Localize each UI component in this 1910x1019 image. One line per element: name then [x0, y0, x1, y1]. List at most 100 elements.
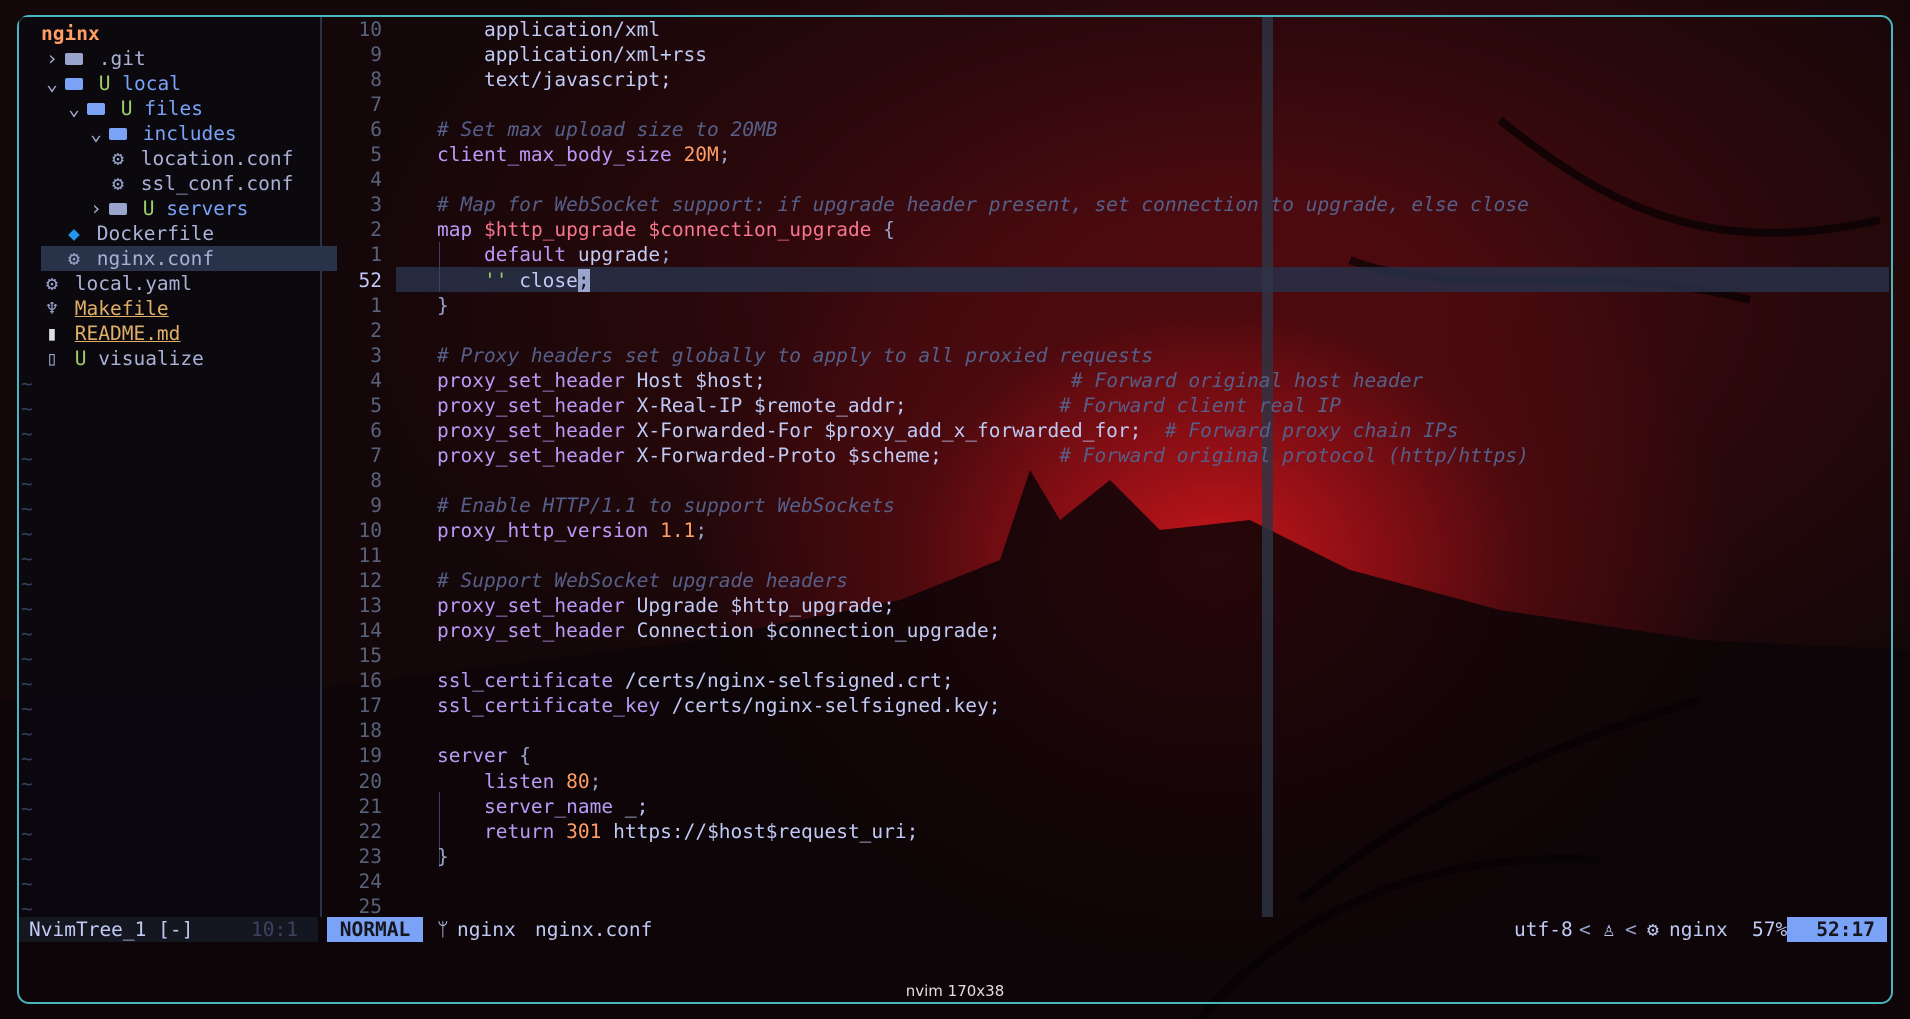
git-untracked-badge: U	[109, 97, 145, 120]
code-line[interactable]: 13 proxy_set_header Upgrade $http_upgrade…	[322, 593, 1882, 618]
code-line[interactable]: 1 default upgrade;	[322, 242, 1882, 267]
code-line[interactable]: 11	[322, 543, 1882, 568]
tree-folder-git[interactable]: › .git	[19, 46, 146, 71]
code-token: # Set max upload size to 20MB	[437, 118, 778, 142]
code-line[interactable]: 8	[322, 468, 1882, 493]
git-branch-icon: ᛘ	[437, 918, 449, 941]
tree-cursor-position: 10:1	[251, 918, 298, 941]
text-cursor: ;	[577, 268, 590, 292]
tree-folder-local[interactable]: ⌄ U local	[19, 71, 181, 96]
code-line[interactable]: 9 application/xml+rss	[322, 42, 1882, 67]
chevron-down-icon[interactable]: ⌄	[41, 71, 63, 96]
code-line[interactable]: 7 proxy_set_header X-Forwarded-Proto $sch…	[322, 443, 1882, 468]
line-number: 52	[358, 268, 382, 292]
tree-file-makefile[interactable]: ♆ Makefile	[19, 296, 169, 321]
chevron-down-icon[interactable]: ⌄	[85, 121, 107, 146]
code-line[interactable]: 24	[322, 869, 1882, 894]
code-line[interactable]: 20 listen 80;	[322, 769, 1882, 794]
tree-folder-files[interactable]: ⌄ U files	[19, 96, 203, 121]
code-token: # Support WebSocket upgrade headers	[437, 569, 848, 593]
code-text: }	[437, 844, 449, 869]
code-line[interactable]: 8 text/javascript;	[322, 67, 1882, 92]
chevron-down-icon[interactable]: ⌄	[63, 96, 85, 121]
code-token: ''	[483, 268, 508, 292]
tree-root-label[interactable]: nginx	[41, 21, 100, 46]
code-line[interactable]: 12 # Support WebSocket upgrade headers	[322, 568, 1882, 593]
code-line[interactable]: 5 client_max_body_size 20M;	[322, 142, 1882, 167]
code-line[interactable]: 10 application/xml	[322, 17, 1882, 42]
code-line[interactable]: 4 proxy_set_header Host $host; # Forward …	[322, 368, 1882, 393]
tree-buffer-name: NvimTree_1 [-]	[29, 918, 194, 941]
tree-folder-servers[interactable]: › U servers	[19, 196, 248, 221]
code-line[interactable]: 3 # Proxy headers set globally to apply t…	[322, 343, 1882, 368]
code-line[interactable]: 16 ssl_certificate /certs/nginx-selfsigne…	[322, 668, 1882, 693]
line-number: 16	[358, 669, 382, 693]
code-text: return 301 https://$host$request_uri;	[437, 819, 918, 844]
line-number: 8	[370, 468, 382, 492]
code-token: # Forward original protocol (http/https)	[1059, 443, 1529, 467]
line-number: 7	[370, 93, 382, 117]
code-line[interactable]: 14 proxy_set_header Connection $connectio…	[322, 618, 1882, 643]
code-line[interactable]: 21 server_name _;	[322, 794, 1882, 819]
tree-item-label: README.md	[74, 322, 181, 345]
code-text: # Enable HTTP/1.1 to support WebSockets	[437, 493, 895, 518]
code-line[interactable]: 3 # Map for WebSocket support: if upgrade…	[322, 192, 1882, 217]
tree-file-ssl-conf-conf[interactable]: ⚙ ssl_conf.conf	[19, 171, 293, 196]
code-line[interactable]: 17 ssl_certificate_key /certs/nginx-selfs…	[322, 693, 1882, 718]
tree-item-label: local	[122, 72, 181, 95]
code-line[interactable]: 6 proxy_set_header X-Forwarded-For $proxy…	[322, 418, 1882, 443]
code-line[interactable]: 1}	[322, 293, 1882, 318]
code-line[interactable]: 15	[322, 643, 1882, 668]
code-text: # Support WebSocket upgrade headers	[437, 568, 848, 593]
code-text: '' close;	[437, 268, 590, 293]
code-token: Upgrade $http_upgrade;	[624, 594, 895, 618]
code-token: {	[871, 218, 895, 242]
code-line[interactable]: 9 # Enable HTTP/1.1 to support WebSockets	[322, 493, 1882, 518]
code-editor[interactable]: 10 application/xml 9 application/xml+rss 8…	[322, 17, 1889, 919]
code-token: 1.1	[660, 519, 696, 542]
tree-item-label: location.conf	[140, 147, 294, 170]
code-line[interactable]: 4	[322, 167, 1882, 192]
file-explorer-panel[interactable]: nginx › .git ⌄ U local ⌄ U files ⌄ includes ⚙…	[19, 17, 337, 920]
gear-icon: ⚙	[46, 272, 58, 295]
chevron-right-icon[interactable]: ›	[85, 196, 107, 221]
code-line[interactable]: 7	[322, 92, 1882, 117]
code-line[interactable]: 22 return 301 https://$host$request_uri;	[322, 819, 1882, 844]
code-line[interactable]: 52 '' close;	[322, 268, 1882, 293]
empty-line-marker: ~	[21, 622, 33, 645]
code-line[interactable]: 6 # Set max upload size to 20MB	[322, 117, 1882, 142]
tree-file-dockerfile[interactable]: ◆ Dockerfile	[19, 221, 214, 246]
line-number: 5	[370, 393, 382, 417]
tree-file-readme-md[interactable]: ▮ README.md	[19, 321, 180, 346]
code-text: proxy_set_header X-Real-IP $remote_addr;…	[437, 393, 1341, 418]
code-token: }	[437, 844, 449, 868]
code-line[interactable]: 19 server {	[322, 743, 1882, 768]
code-line[interactable]: 2 map $http_upgrade $connection_upgrade {	[322, 217, 1882, 242]
code-text: map $http_upgrade $connection_upgrade {	[437, 217, 895, 242]
code-token: 20M	[683, 143, 719, 167]
tree-folder-includes[interactable]: ⌄ includes	[19, 121, 237, 146]
code-line[interactable]: 23}	[322, 844, 1882, 869]
code-line[interactable]: 2	[322, 318, 1882, 343]
line-number: 20	[358, 769, 382, 793]
code-line[interactable]: 10 proxy_http_version 1.1;	[322, 518, 1882, 543]
line-number: 13	[358, 594, 382, 618]
tree-file-visualize[interactable]: ▯ U visualize	[19, 346, 204, 371]
code-text: client_max_body_size 20M;	[437, 142, 731, 167]
tree-file-nginx-conf[interactable]: ⚙ nginx.conf	[41, 246, 337, 271]
code-line[interactable]: 5 proxy_set_header X-Real-IP $remote_addr…	[322, 393, 1882, 418]
os-icon: ♙	[1603, 918, 1615, 941]
empty-line-marker: ~	[21, 397, 33, 420]
tree-file-local-yaml[interactable]: ⚙ local.yaml	[19, 271, 192, 296]
chevron-right-icon[interactable]: ›	[41, 46, 63, 71]
line-number: 19	[358, 744, 382, 768]
code-line[interactable]: 25	[322, 894, 1882, 919]
empty-line-marker: ~	[21, 572, 33, 595]
tree-file-location-conf[interactable]: ⚙ location.conf	[19, 146, 293, 171]
code-line[interactable]: 18	[322, 718, 1882, 743]
code-token: client_max_body_size	[437, 143, 672, 167]
